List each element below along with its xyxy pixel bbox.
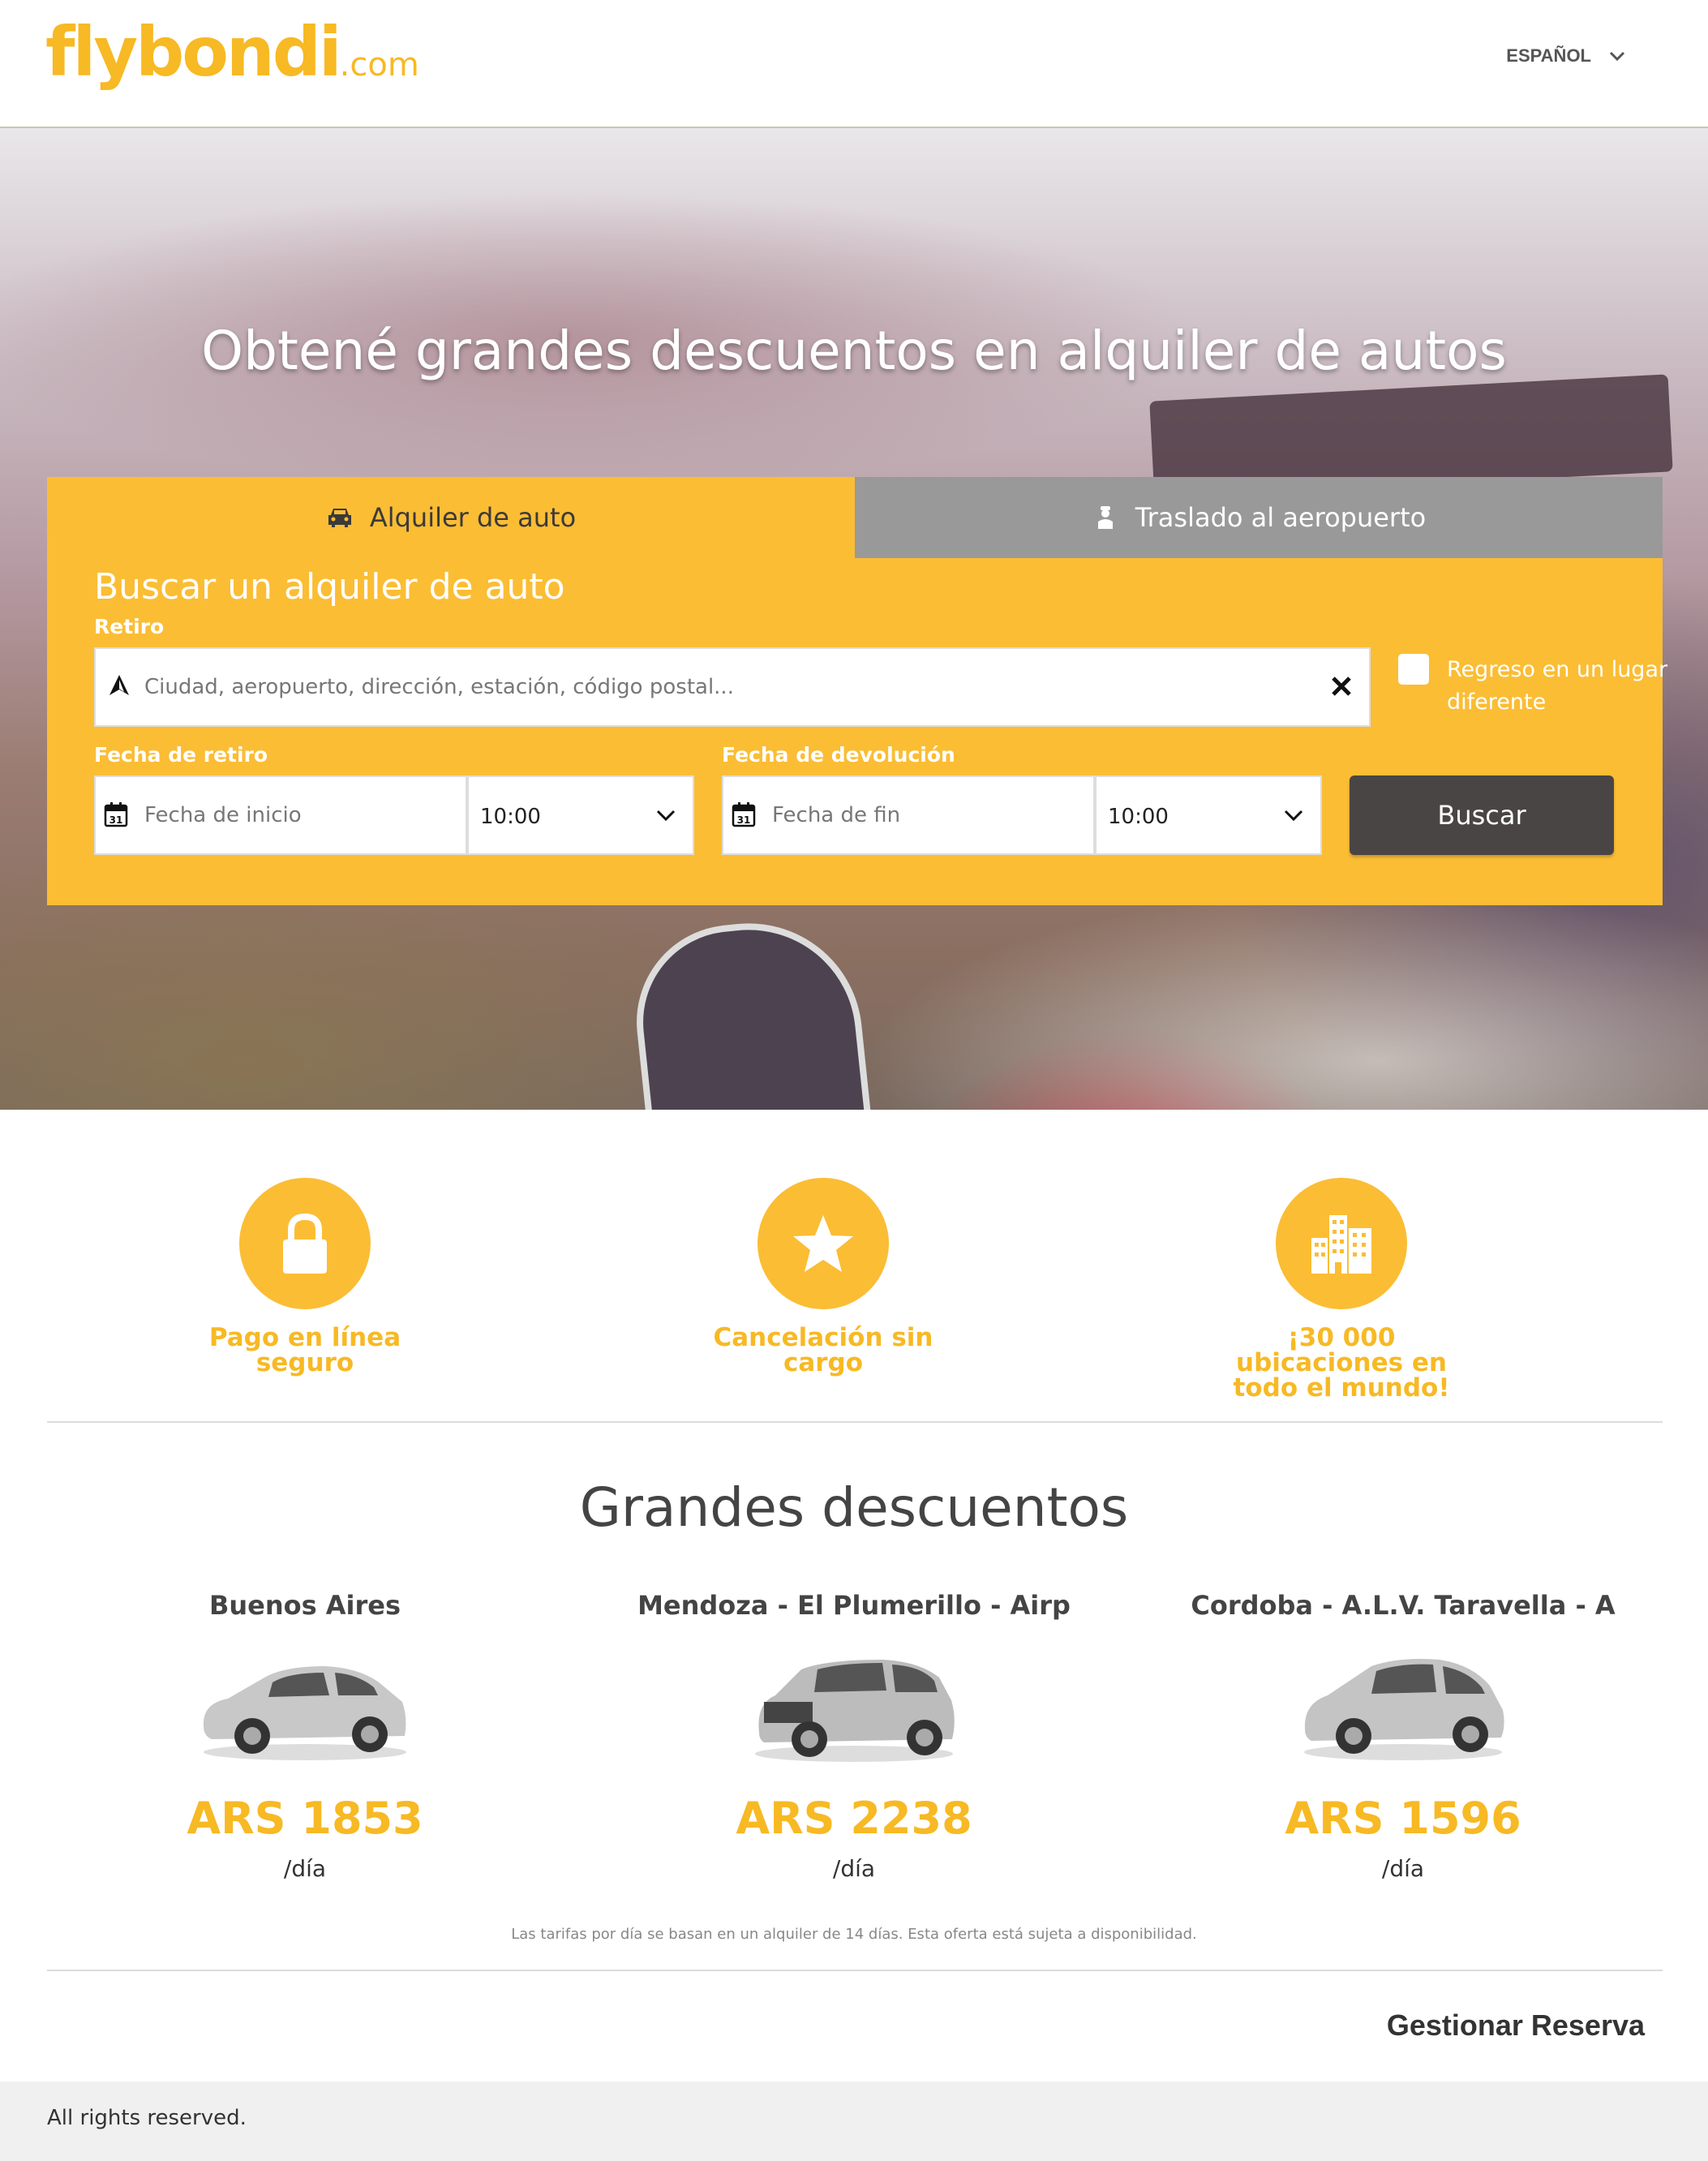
deal-per-day: /día <box>283 1855 327 1882</box>
deal-city: Cordoba - A.L.V. Taravella - A <box>1191 1590 1616 1621</box>
lock-icon <box>283 1213 327 1274</box>
search-panel: Buscar un alquiler de auto Retiro Ciudad… <box>47 558 1667 905</box>
return-date-input[interactable]: 31 Fecha de fin <box>722 775 1095 855</box>
deals-title: Grandes descuentos <box>579 1476 1129 1539</box>
deal-price: ARS 2238 <box>736 1793 972 1844</box>
deal-city: Buenos Aires <box>208 1590 401 1621</box>
different-return-label: Regreso en un lugar diferente <box>1447 657 1668 715</box>
manage-booking-link[interactable]: Gestionar Reserva <box>1387 2008 1645 2043</box>
car-image <box>203 1666 406 1760</box>
deal-city: Mendoza - El Plumerillo - Airp <box>637 1590 1071 1621</box>
buildings-icon <box>1311 1215 1371 1274</box>
tab-airport-transfer[interactable]: Traslado al aeropuerto <box>855 477 1663 558</box>
tab-car-rental[interactable]: Alquiler de auto <box>47 477 855 558</box>
feature-text: Cancelación sin cargo <box>713 1323 933 1377</box>
feature-icon-circle <box>239 1178 371 1309</box>
car-image <box>755 1660 955 1762</box>
pickup-date-label: Fecha de retiro <box>94 743 268 767</box>
language-selector[interactable]: ESPAÑOL <box>1506 45 1627 67</box>
pickup-location-input[interactable]: Ciudad, aeropuerto, dirección, estación,… <box>94 647 1371 727</box>
tab-label: Alquiler de auto <box>369 502 577 533</box>
checkbox-box[interactable] <box>1398 654 1429 685</box>
hero-car-mirror <box>627 912 878 1110</box>
pickup-time-value: 10:00 <box>480 805 541 829</box>
divider <box>47 1421 1663 1423</box>
close-icon[interactable] <box>1325 670 1358 702</box>
car-icon <box>328 509 351 527</box>
search-tabs: Alquiler de auto Traslado al aeropuerto <box>47 477 1663 558</box>
site-footer: All rights reserved. <box>0 2082 1708 2161</box>
pickup-date-input[interactable]: 31 Fecha de inicio <box>94 775 467 855</box>
chauffeur-icon <box>1097 506 1113 529</box>
chevron-down-icon <box>1609 51 1625 62</box>
feature-icon-circle <box>757 1178 889 1309</box>
deal-per-day: /día <box>1381 1855 1425 1882</box>
pickup-time-select[interactable]: 10:00 <box>467 775 694 855</box>
navigation-arrow-icon <box>109 675 129 695</box>
return-date-placeholder: Fecha de fin <box>772 803 901 827</box>
copyright-text: All rights reserved. <box>47 2106 247 2130</box>
deal-per-day: /día <box>832 1855 876 1882</box>
star-icon <box>793 1215 853 1272</box>
car-image <box>1304 1659 1504 1760</box>
deal-card[interactable]: Buenos Aires ARS 1853 /día <box>29 1590 581 1882</box>
feature-text: Pago en línea seguro <box>208 1323 401 1377</box>
return-date-label: Fecha de devolución <box>722 743 955 767</box>
search-title: Buscar un alquiler de auto <box>94 566 565 608</box>
pickup-date-placeholder: Fecha de inicio <box>144 803 302 827</box>
site-header: flybondi.com ESPAÑOL <box>0 0 1708 128</box>
calendar-icon: 31 <box>104 802 128 827</box>
feature-locations: ¡30 000 ubicaciones en todo el mundo! <box>1220 1178 1463 1401</box>
calendar-icon: 31 <box>732 802 756 827</box>
feature-text: ¡30 000 ubicaciones en todo el mundo! <box>1233 1323 1450 1403</box>
logo-suffix: .com <box>339 46 419 84</box>
svg-text:31: 31 <box>737 814 751 826</box>
deal-price: ARS 1853 <box>187 1793 423 1844</box>
hero-title: Obtené grandes descuentos en alquiler de… <box>201 320 1507 382</box>
chevron-down-icon <box>1284 810 1303 822</box>
tab-label: Traslado al aeropuerto <box>1135 502 1427 533</box>
feature-secure-payment: Pago en línea seguro <box>183 1178 427 1376</box>
return-time-select[interactable]: 10:00 <box>1095 775 1322 855</box>
logo-text: flybondi <box>45 12 342 92</box>
pickup-placeholder: Ciudad, aeropuerto, dirección, estación,… <box>144 675 734 699</box>
feature-free-cancellation: Cancelación sin cargo <box>702 1178 945 1376</box>
feature-icon-circle <box>1276 1178 1407 1309</box>
svg-text:31: 31 <box>109 814 123 826</box>
return-time-value: 10:00 <box>1108 805 1169 829</box>
different-return-checkbox[interactable]: Regreso en un lugar diferente <box>1398 654 1690 719</box>
deal-card[interactable]: Cordoba - A.L.V. Taravella - A ARS 1596 … <box>1127 1590 1679 1882</box>
deals-disclaimer: Las tarifas por día se basan en un alqui… <box>511 1926 1197 1943</box>
deal-card[interactable]: Mendoza - El Plumerillo - Airp ARS 2238 … <box>578 1590 1130 1882</box>
chevron-down-icon <box>656 810 676 822</box>
deal-price: ARS 1596 <box>1285 1793 1521 1844</box>
search-button[interactable]: Buscar <box>1350 775 1614 855</box>
flybondi-logo[interactable]: flybondi.com <box>45 18 419 86</box>
divider <box>47 1970 1663 1971</box>
language-label: ESPAÑOL <box>1506 45 1591 66</box>
pickup-label: Retiro <box>94 615 165 638</box>
